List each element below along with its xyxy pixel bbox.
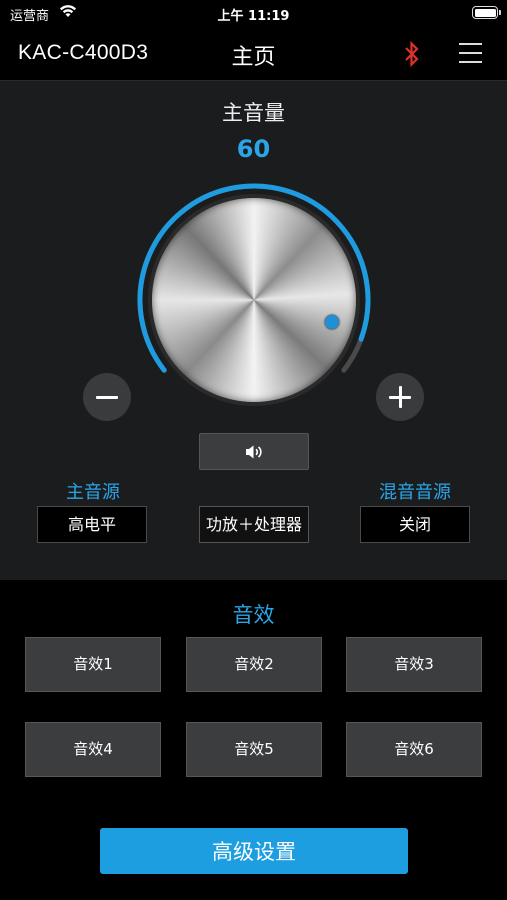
volume-knob[interactable]	[152, 198, 356, 402]
battery-icon	[472, 6, 501, 19]
nav-bar: KAC-C400D3 主页	[0, 28, 507, 81]
minus-icon	[96, 396, 118, 399]
volume-value: 60	[236, 135, 271, 163]
speaker-icon	[246, 445, 262, 459]
volume-knob-indicator	[325, 315, 339, 329]
advanced-settings-button[interactable]: 高级设置	[100, 828, 408, 874]
effect-1-button[interactable]: 音效1	[25, 637, 161, 692]
amp-processor-select[interactable]: 功放＋处理器	[199, 506, 309, 543]
bluetooth-icon[interactable]	[402, 40, 422, 68]
volume-down-button[interactable]	[83, 373, 131, 421]
main-source-select[interactable]: 高电平	[37, 506, 147, 543]
mute-button[interactable]	[199, 433, 309, 470]
effects-title: 音效	[232, 603, 275, 627]
mix-source-label: 混音音源	[379, 482, 451, 503]
volume-up-button[interactable]	[376, 373, 424, 421]
menu-icon[interactable]	[459, 43, 482, 63]
mix-source-select[interactable]: 关闭	[360, 506, 470, 543]
effect-5-button[interactable]: 音效5	[186, 722, 322, 777]
main-source-label: 主音源	[66, 482, 120, 503]
effect-4-button[interactable]: 音效4	[25, 722, 161, 777]
effect-6-button[interactable]: 音效6	[346, 722, 482, 777]
volume-label: 主音量	[222, 101, 285, 125]
clock-label: 上午 11:19	[217, 9, 290, 24]
effect-3-button[interactable]: 音效3	[346, 637, 482, 692]
status-bar: 运营商 上午 11:19	[0, 0, 507, 28]
effect-2-button[interactable]: 音效2	[186, 637, 322, 692]
page-title: 主页	[231, 45, 276, 70]
